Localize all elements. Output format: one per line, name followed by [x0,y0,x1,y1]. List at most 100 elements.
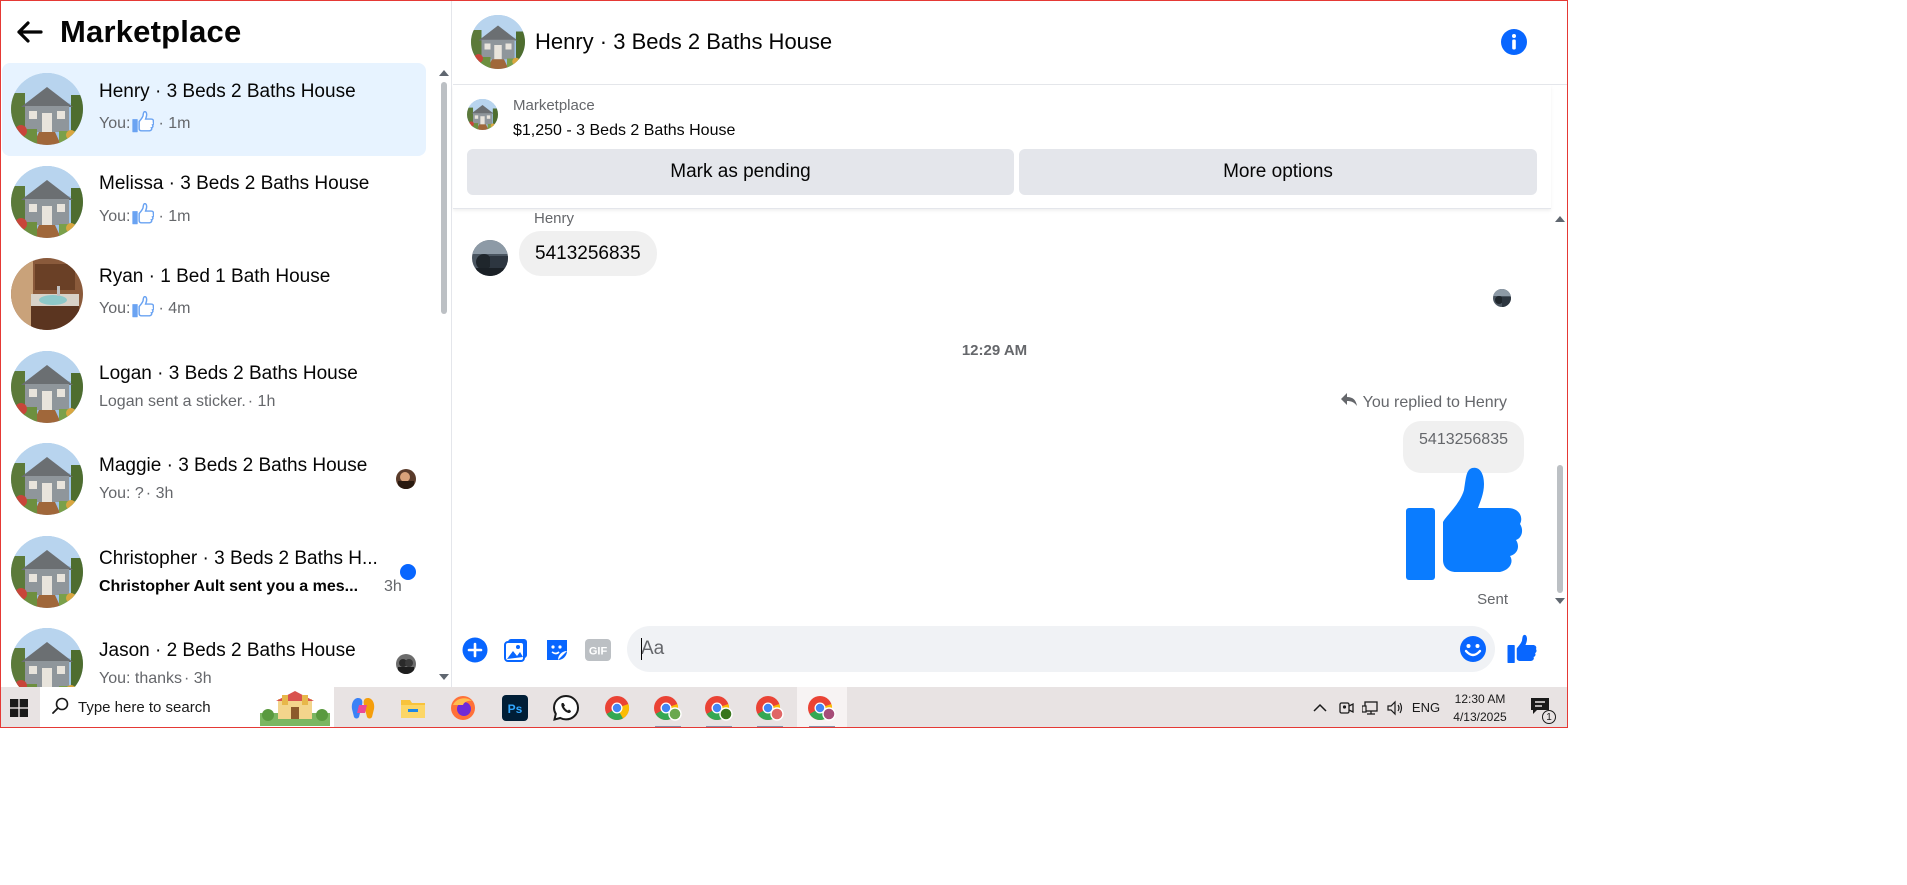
reply-icon [1340,393,1357,412]
preview-text: You: [99,207,131,225]
conversation-preview: You: · 1m [99,203,426,230]
seen-avatar [396,654,416,675]
send-like-icon[interactable] [1507,634,1539,666]
taskbar-clock[interactable]: 12:30 AM 4/13/2025 [1447,690,1513,726]
text-caret [641,638,642,660]
search-highlight-illustration [260,689,330,726]
preview-text: You: [99,300,131,318]
conversation-text: Jason · 2 Beds 2 Baths House You: thanks ·… [99,640,426,687]
conversation-preview: You: · 1m [99,110,426,138]
chat-panel: Henry · 3 Beds 2 Baths House Marketplace… [453,0,1568,687]
conversation-avatar [11,628,83,687]
network-icon[interactable] [1359,687,1383,728]
scroll-up-arrow-icon[interactable] [1555,216,1565,222]
conversation-text: Ryan · 1 Bed 1 Bath House You: · 4m [99,266,426,323]
conversation-title: Maggie · 3 Beds 2 Baths House [99,455,368,477]
chat-scrollbar[interactable] [1554,210,1566,610]
sidebar-header: Marketplace [0,0,451,64]
conversation-avatar [11,443,83,516]
chat-title[interactable]: Henry · 3 Beds 2 Baths House [535,29,832,55]
clock-time: 12:30 AM [1454,692,1506,706]
scroll-up-arrow-icon[interactable] [439,70,449,76]
scrollbar-thumb[interactable] [441,82,447,314]
conversation-text: Melissa · 3 Beds 2 Baths House You: · 1m [99,173,426,230]
taskbar-search[interactable]: Type here to search [40,687,334,728]
chrome-profile-2-icon[interactable] [694,687,744,728]
seen-avatar [1493,289,1511,307]
scrollbar-thumb[interactable] [1557,465,1563,593]
preview-time: · 1m [158,115,191,133]
scroll-down-arrow-icon[interactable] [1555,598,1565,604]
chrome-profile-4-icon[interactable] [797,687,847,728]
more-options-button[interactable]: More options [1019,149,1537,195]
whatsapp-icon[interactable] [541,687,591,728]
copilot-icon[interactable] [338,687,388,728]
clock-date: 4/13/2025 [1453,710,1507,724]
chrome-icon[interactable] [592,687,642,728]
conversation-preview: Christopher Ault sent you a mes... 3h [99,578,426,596]
conversation-item[interactable]: Christopher · 3 Beds 2 Baths H... Christo… [2,526,426,619]
scroll-down-arrow-icon[interactable] [439,674,449,680]
reply-note: You replied to Henry [1340,393,1507,412]
conversation-list: Henry · 3 Beds 2 Baths House You: · 1m Meli… [0,63,428,687]
meeting-icon[interactable] [1335,687,1357,728]
volume-icon[interactable] [1384,687,1406,728]
emoji-icon[interactable] [1459,635,1487,663]
mark-as-pending-button[interactable]: Mark as pending [467,149,1014,195]
listing-label: Marketplace [513,97,595,114]
conversation-preview: Logan sent a sticker. · 1h [99,393,426,411]
language-indicator[interactable]: ENG [1410,687,1442,728]
file-explorer-icon[interactable] [388,687,438,728]
chrome-profile-3-icon[interactable] [745,687,795,728]
chat-avatar[interactable] [471,15,525,69]
conversation-item[interactable]: Melissa · 3 Beds 2 Baths House You: · 1m [2,156,426,249]
chevron-up-icon[interactable] [1309,687,1331,728]
firefox-icon[interactable] [438,687,488,728]
conversation-item[interactable]: Jason · 2 Beds 2 Baths House You: thanks ·… [2,618,426,687]
listing-banner: Marketplace $1,250 - 3 Beds 2 Baths Hous… [453,85,1551,209]
sidebar-scrollbar[interactable] [438,64,450,686]
running-indicator [757,726,783,728]
conversation-preview: You: · 4m [99,295,426,323]
seen-avatar [396,469,416,490]
sticker-icon[interactable] [543,636,571,664]
sender-avatar[interactable] [472,240,508,276]
back-arrow-icon[interactable] [14,16,46,48]
listing-price[interactable]: $1,250 - 3 Beds 2 Baths House [513,122,735,140]
conversation-item[interactable]: Henry · 3 Beds 2 Baths House You: · 1m [2,63,426,156]
conversation-item[interactable]: Logan · 3 Beds 2 Baths House Logan sent a… [2,341,426,434]
preview-time: 3h [384,577,402,595]
conversation-avatar [11,535,83,608]
conversation-item[interactable]: Ryan · 1 Bed 1 Bath House You: · 4m [2,248,426,341]
conversation-avatar [11,73,83,146]
conversation-avatar [11,350,83,423]
like-icon[interactable] [1404,464,1524,584]
running-indicator [706,726,732,728]
svg-text:Ps: Ps [508,702,523,716]
conversation-text: Maggie · 3 Beds 2 Baths House You: ? · 3h [99,455,426,503]
notification-center[interactable]: 1 [1520,687,1560,728]
photo-icon[interactable] [502,636,530,664]
conversation-title: Ryan · 1 Bed 1 Bath House [99,265,331,287]
message-input[interactable] [641,626,1441,672]
conversation-status [400,563,416,580]
plus-icon[interactable] [461,636,489,664]
listing-thumbnail[interactable] [467,99,498,130]
conversation-item[interactable]: Maggie · 3 Beds 2 Baths House You: ? · 3h [2,433,426,526]
gif-icon[interactable]: GIF [584,636,612,664]
reply-note-text: You replied to Henry [1362,393,1507,411]
message-input-wrap[interactable] [627,626,1495,672]
unread-dot [400,563,416,580]
preview-text: You: [99,115,131,133]
preview-time: · 4m [158,300,191,318]
page-title: Marketplace [60,14,242,49]
photoshop-icon[interactable]: Ps [490,687,540,728]
chrome-profile-1-icon[interactable] [643,687,693,728]
conversation-status [396,469,416,490]
incoming-message[interactable]: 5413256835 [519,231,657,276]
conversation-title: Jason · 2 Beds 2 Baths House [99,640,356,662]
windows-icon[interactable] [0,687,38,728]
info-icon[interactable] [1500,28,1528,56]
conversation-title: Henry · 3 Beds 2 Baths House [99,80,356,102]
running-indicator [655,726,681,728]
